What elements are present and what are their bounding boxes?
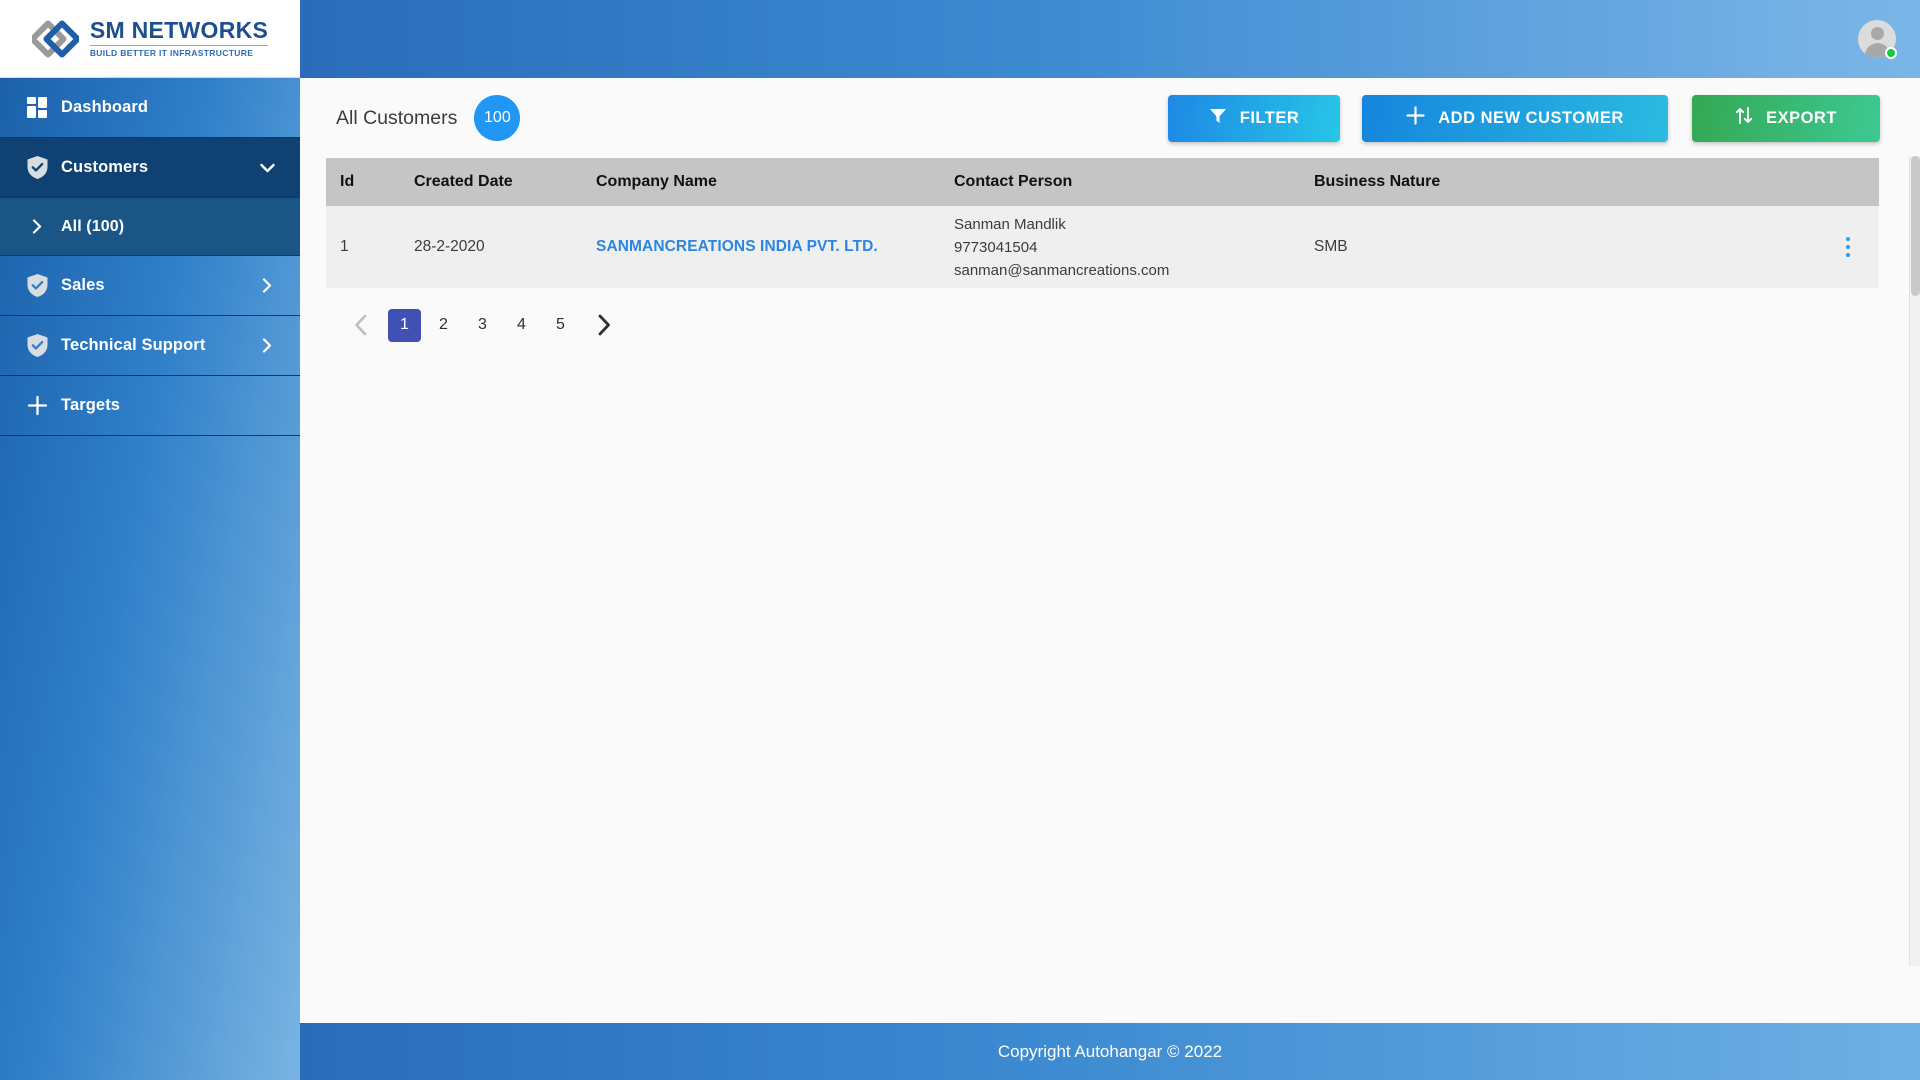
chevron-right-icon[interactable]: [256, 338, 278, 353]
cell-id: 1: [340, 238, 349, 255]
export-button[interactable]: EXPORT: [1692, 94, 1880, 142]
footer: Copyright Autohangar © 2022: [300, 1023, 1920, 1080]
sidebar-item-customers[interactable]: Customers: [0, 138, 300, 198]
pagination-page-4[interactable]: 4: [505, 309, 538, 342]
chevron-left-icon[interactable]: [340, 306, 382, 344]
pagination-page-2[interactable]: 2: [427, 309, 460, 342]
export-button-label: EXPORT: [1766, 108, 1837, 127]
pagination: 1 2 3 4 5: [326, 288, 1880, 344]
row-actions: [1817, 231, 1879, 264]
main-area: All Customers 100 FILTER ADD NEW CUSTOME…: [300, 0, 1920, 1080]
avatar[interactable]: [1858, 20, 1897, 59]
chevron-down-icon[interactable]: [256, 163, 278, 173]
company-name-link[interactable]: SANMANCREATIONS INDIA PVT. LTD.: [596, 238, 878, 255]
add-new-customer-button[interactable]: ADD NEW CUSTOMER: [1362, 94, 1668, 142]
column-header-company-name: Company Name: [596, 173, 717, 190]
page-heading-group: All Customers 100: [326, 95, 1168, 141]
sidebar-item-label: Targets: [61, 396, 121, 414]
sidebar-item-technical-support[interactable]: Technical Support: [0, 316, 300, 376]
column-header-business-nature: Business Nature: [1314, 173, 1441, 190]
shield-check-icon: [18, 273, 56, 298]
scrollbar-thumb[interactable]: [1911, 156, 1920, 296]
top-header-bar: [300, 0, 1920, 78]
sidebar-item-dashboard[interactable]: Dashboard: [0, 78, 300, 138]
sidebar-item-label: Dashboard: [61, 98, 149, 116]
column-header-id: Id: [340, 173, 355, 190]
sidebar-item-label: Customers: [61, 158, 149, 176]
brand-divider: [89, 45, 269, 47]
shield-check-icon: [18, 155, 56, 180]
pagination-page-5[interactable]: 5: [544, 309, 577, 342]
cell-company-name: SANMANCREATIONS INDIA PVT. LTD.: [596, 238, 954, 256]
content-panel: All Customers 100 FILTER ADD NEW CUSTOME…: [300, 78, 1920, 1023]
toolbar: All Customers 100 FILTER ADD NEW CUSTOME…: [326, 78, 1880, 158]
brand-tagline: BUILD BETTER IT INFRASTRUCTURE: [89, 48, 254, 59]
status-badge: [1885, 47, 1897, 59]
chevron-right-icon: [18, 219, 56, 234]
grid-dashboard-icon: [18, 97, 56, 118]
column-header-created-date: Created Date: [414, 173, 513, 190]
pagination-page-1[interactable]: 1: [388, 308, 421, 342]
table-row[interactable]: 1 28-2-2020 SANMANCREATIONS INDIA PVT. L…: [326, 206, 1879, 288]
kebab-menu-icon[interactable]: [1840, 231, 1857, 264]
contact-name: Sanman Mandlik: [954, 215, 1066, 233]
app-root: SM NETWORKS BUILD BETTER IT INFRASTRUCTU…: [0, 0, 1920, 1080]
sidebar-item-label: Sales: [61, 276, 105, 294]
sidebar-nav: Dashboard Customers All (100) Sales Tech…: [0, 78, 300, 436]
chevron-right-icon[interactable]: [583, 306, 625, 344]
sidebar-item-targets[interactable]: Targets: [0, 376, 300, 436]
contact-phone: 9773041504: [954, 238, 1038, 256]
cell-created-date: 28-2-2020: [414, 238, 485, 255]
chevron-right-icon[interactable]: [256, 278, 278, 293]
sidebar-item-all-customers[interactable]: All (100): [0, 198, 300, 256]
add-new-customer-label: ADD NEW CUSTOMER: [1438, 108, 1624, 127]
shield-check-icon: [18, 333, 56, 358]
pagination-page-3[interactable]: 3: [466, 309, 499, 342]
filter-button-label: FILTER: [1239, 108, 1300, 127]
sidebar-item-label: Technical Support: [61, 336, 206, 354]
vertical-scrollbar[interactable]: [1909, 156, 1920, 966]
sort-updown-arrows-icon: [1735, 106, 1753, 130]
page-title: All Customers: [336, 106, 458, 129]
brand-name: SM NETWORKS: [89, 17, 269, 44]
contact-email: sanman@sanmancreations.com: [954, 261, 1170, 279]
brand-logo[interactable]: SM NETWORKS BUILD BETTER IT INFRASTRUCTU…: [0, 0, 300, 78]
customers-table: Id Created Date Company Name Contact Per…: [326, 158, 1879, 288]
cell-contact-person: Sanman Mandlik 9773041504 sanman@sanmanc…: [954, 210, 1314, 285]
interlocking-squares-logo-icon: [29, 17, 81, 61]
sidebar-item-sales[interactable]: Sales: [0, 256, 300, 316]
sidebar-item-label: All (100): [61, 217, 125, 235]
column-header-contact-person: Contact Person: [954, 173, 1073, 190]
copyright-text: Copyright Autohangar © 2022: [997, 1041, 1223, 1061]
sidebar: SM NETWORKS BUILD BETTER IT INFRASTRUCTU…: [0, 0, 300, 1080]
customer-count-badge: 100: [474, 95, 521, 141]
funnel-icon: [1209, 107, 1227, 130]
plus-icon: [18, 395, 56, 416]
cell-business-nature: SMB: [1314, 238, 1348, 255]
table-header-row: Id Created Date Company Name Contact Per…: [326, 158, 1879, 206]
filter-button[interactable]: FILTER: [1168, 94, 1340, 142]
plus-icon: [1406, 106, 1425, 130]
